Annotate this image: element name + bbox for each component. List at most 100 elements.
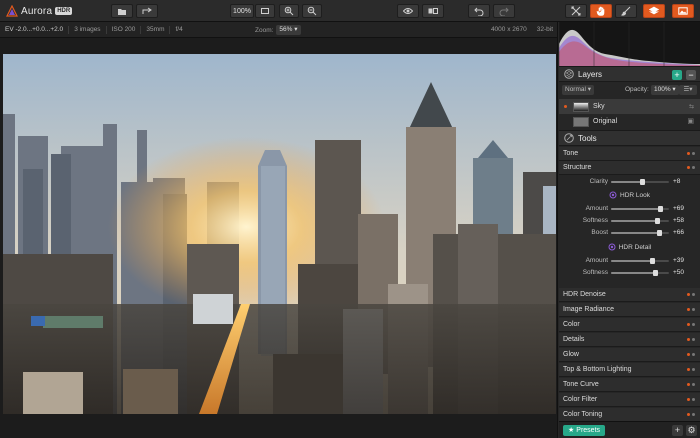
photo-canvas[interactable] [3, 54, 556, 414]
tool-tone-curve[interactable]: Tone Curve [559, 378, 700, 392]
redo-button[interactable] [493, 4, 515, 18]
add-layer-button[interactable]: + [672, 70, 682, 80]
tool-details[interactable]: Details [559, 333, 700, 347]
slider-track[interactable] [611, 258, 669, 264]
histogram [559, 22, 700, 66]
layer-name: Sky [593, 103, 605, 110]
hdr-look-icon [609, 191, 617, 199]
slider-knob[interactable] [657, 230, 663, 236]
open-button[interactable] [111, 4, 133, 18]
slider-label: Boost [591, 229, 608, 236]
tool-color-toning[interactable]: Color Toning [559, 408, 700, 422]
slider-value: +66 [673, 229, 685, 236]
canvas-area[interactable] [0, 38, 557, 438]
panel-bottom-bar: ★ Presets + ⚙ [559, 421, 700, 438]
tool-glow[interactable]: Glow [559, 348, 700, 362]
tool-hdr-denoise[interactable]: HDR Denoise [559, 288, 700, 302]
hand-icon [596, 6, 605, 16]
blend-mode-select[interactable]: Normal ▾ [562, 85, 595, 95]
hdr-detail-title: HDR Detail [618, 243, 652, 251]
layer-thumbnail [573, 116, 589, 127]
tool-label: Color Filter [563, 396, 598, 403]
share-button[interactable] [136, 4, 158, 18]
slider-track[interactable] [611, 230, 669, 236]
tool-tone[interactable]: Tone [559, 147, 700, 161]
add-preset-button[interactable]: + [672, 425, 683, 436]
zoom-100-button[interactable]: 100% [230, 4, 254, 18]
tool-label: Structure [563, 164, 592, 171]
slider-knob[interactable] [649, 258, 655, 264]
slider-knob[interactable] [652, 270, 658, 276]
tool-color[interactable]: Color [559, 318, 700, 332]
tool-top-bottom-lighting[interactable]: Top & Bottom Lighting [559, 363, 700, 377]
app-name: Aurora [21, 5, 53, 17]
tool-structure[interactable]: Structure [559, 161, 700, 175]
row-indicator-icon [687, 368, 695, 371]
tools-title: Tools [578, 133, 597, 143]
tool-label: Details [563, 336, 585, 343]
layer-menu-button[interactable]: ☰▾ [679, 85, 697, 95]
presets-button[interactable]: ★ Presets [563, 425, 606, 436]
preview-button[interactable] [397, 4, 419, 18]
zoom-in-button[interactable] [279, 4, 299, 18]
tool-label: Glow [563, 351, 579, 358]
tool-image-radiance[interactable]: Image Radiance [559, 303, 700, 317]
tool-color-filter[interactable]: Color Filter [559, 393, 700, 407]
zoom-select[interactable]: 56% ▾ [276, 25, 301, 35]
slider-label: Softness [582, 269, 608, 276]
slider-hdr-look-boost[interactable]: Boost +66 [559, 227, 700, 239]
zoom-out-button[interactable] [302, 4, 322, 18]
layer-mask-icon[interactable]: ⇆ [689, 103, 694, 110]
slider-track[interactable] [611, 270, 669, 276]
slider-clarity[interactable]: Clarity +8 [559, 176, 700, 188]
slider-track[interactable] [611, 179, 669, 185]
slider-track[interactable] [611, 206, 669, 212]
slider-hdr-look-amount[interactable]: Amount +69 [559, 203, 700, 215]
slider-value: +8 [673, 178, 681, 185]
hdr-detail-icon [608, 243, 616, 251]
slider-knob[interactable] [658, 206, 664, 212]
slider-knob[interactable] [640, 179, 646, 185]
zoom-out-icon [307, 6, 317, 16]
zoom-control: Zoom: 56% ▾ [255, 25, 301, 35]
layer-row-original[interactable]: Original ▣ [559, 114, 700, 129]
layers-header[interactable]: Layers + − [559, 66, 700, 82]
opacity-value: 100% [654, 86, 671, 93]
slider-hdr-detail-softness[interactable]: Softness +50 [559, 267, 700, 279]
redo-icon [499, 7, 509, 16]
aperture-value: f/4 [175, 25, 183, 33]
preset-settings-button[interactable]: ⚙ [686, 425, 697, 436]
fit-button[interactable] [255, 4, 275, 18]
compare-button[interactable] [422, 4, 444, 18]
tool-label: HDR Denoise [563, 291, 606, 298]
slider-hdr-look-softness[interactable]: Softness +58 [559, 215, 700, 227]
slider-knob[interactable] [654, 218, 660, 224]
hdr-look-title: HDR Look [620, 191, 650, 199]
image-dimensions: 4000 x 2670 [490, 26, 527, 33]
image-count: 3 images [69, 25, 107, 34]
brush-button[interactable] [615, 4, 637, 18]
remove-layer-button[interactable]: − [686, 70, 696, 80]
slider-track[interactable] [611, 218, 669, 224]
hdr-look-header: HDR Look [559, 189, 700, 201]
layer-row-sky[interactable]: Sky ⇆ [559, 99, 700, 114]
layer-name: Original [593, 118, 618, 125]
image-panel-button[interactable] [672, 4, 694, 18]
opacity-label: Opacity: [625, 86, 649, 93]
undo-button[interactable] [468, 4, 490, 18]
share-icon [142, 7, 152, 14]
layer-visible-dot[interactable] [564, 105, 567, 108]
aurora-logo-icon [6, 5, 18, 17]
slider-value: +39 [673, 257, 685, 264]
open-icon [118, 9, 126, 15]
slider-hdr-detail-amount[interactable]: Amount +39 [559, 255, 700, 267]
tools-header[interactable]: Tools [559, 130, 700, 146]
opacity-select[interactable]: 100% ▾ [651, 85, 679, 95]
slider-label: Amount [585, 257, 608, 264]
hand-tool-button[interactable] [590, 4, 612, 18]
lock-icon: ▣ [687, 118, 694, 125]
ev-range: EV -2.0...+0.0...+2.0 [0, 25, 70, 34]
layers-toggle-button[interactable] [643, 4, 665, 18]
crop-button[interactable] [565, 4, 587, 18]
row-indicator-icon [687, 293, 695, 296]
